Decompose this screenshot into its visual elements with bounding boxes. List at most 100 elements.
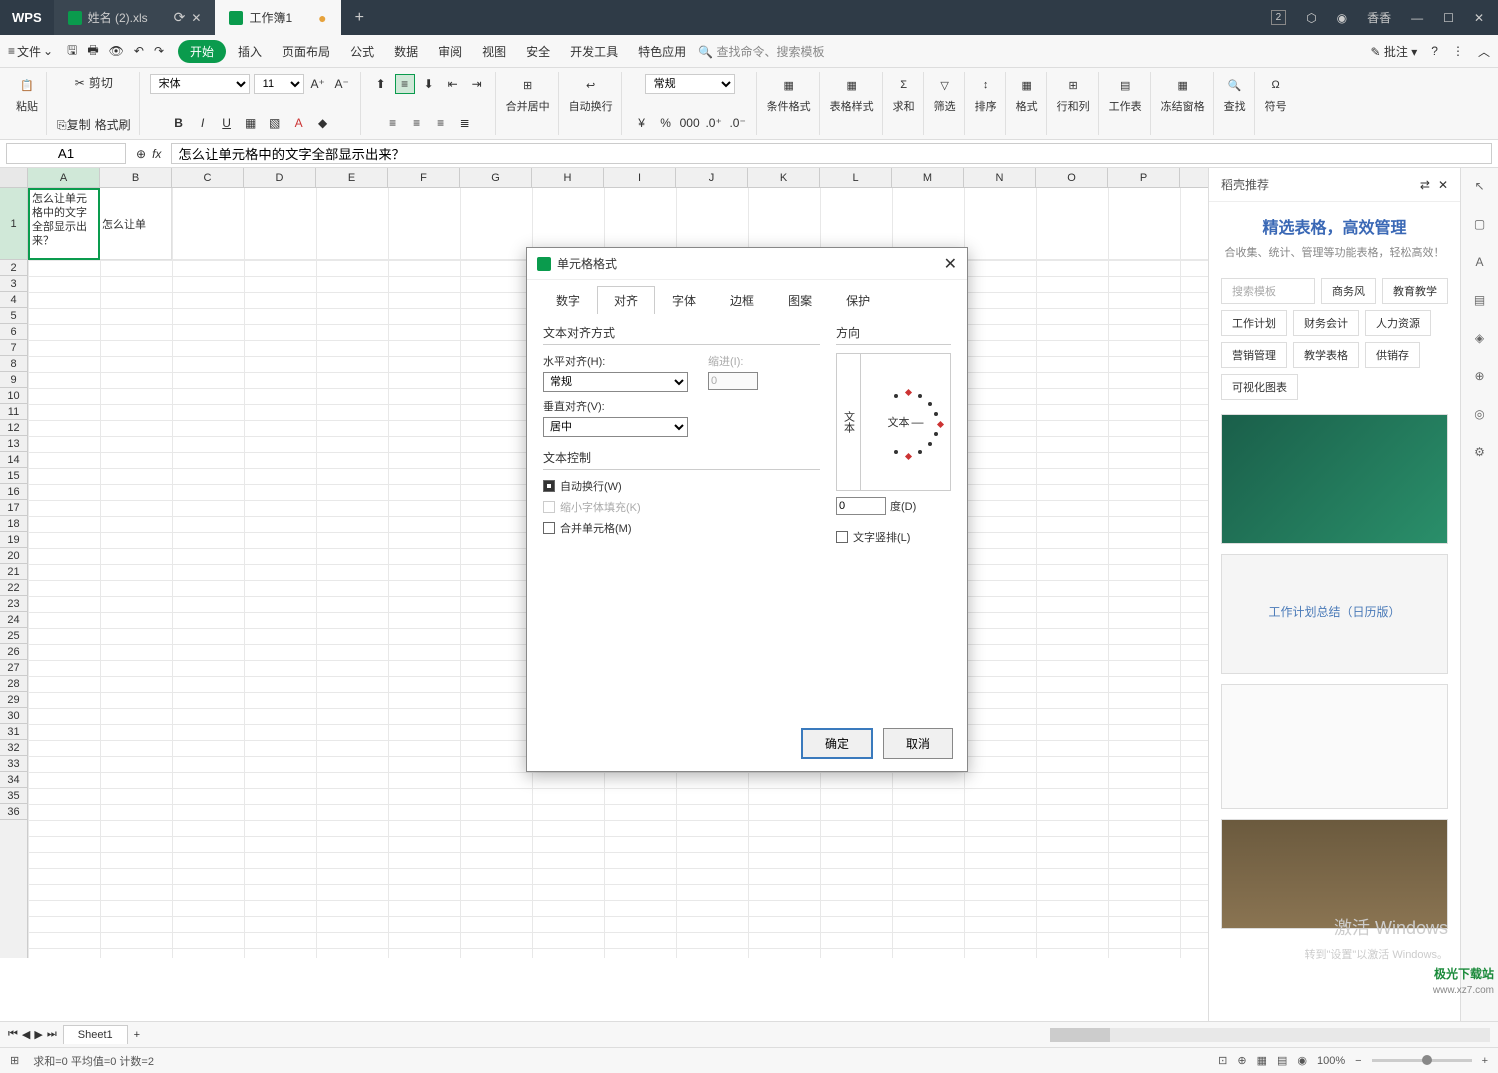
- border-button[interactable]: ▦: [241, 113, 261, 133]
- row-head-1[interactable]: 1: [0, 188, 27, 260]
- view-icon-4[interactable]: ▤: [1277, 1054, 1287, 1067]
- col-head-b[interactable]: B: [100, 168, 172, 187]
- maximize-button[interactable]: ☐: [1443, 11, 1454, 25]
- decimal-inc-icon[interactable]: .0⁺: [704, 113, 724, 133]
- copy-button[interactable]: ⎘复制: [57, 116, 91, 133]
- sheet-prev-icon[interactable]: ◀: [22, 1028, 30, 1041]
- vertical-text-checkbox[interactable]: 文字竖排(L): [836, 529, 951, 545]
- layout-icon[interactable]: ⊞: [10, 1054, 19, 1067]
- col-head-j[interactable]: J: [676, 168, 748, 187]
- row-head[interactable]: 24: [0, 612, 27, 628]
- justify-icon[interactable]: ≣: [455, 113, 475, 133]
- worksheet-button[interactable]: ▤工作表: [1109, 74, 1142, 114]
- tag-business[interactable]: 商务风: [1321, 278, 1376, 304]
- zoom-slider[interactable]: [1372, 1059, 1472, 1062]
- col-head-c[interactable]: C: [172, 168, 244, 187]
- col-head-l[interactable]: L: [820, 168, 892, 187]
- percent-icon[interactable]: %: [656, 113, 676, 133]
- row-head[interactable]: 27: [0, 660, 27, 676]
- template-card-2[interactable]: 工作计划总结（日历版）: [1221, 554, 1448, 674]
- tab-pattern[interactable]: 图案: [771, 286, 829, 314]
- menu-page-layout[interactable]: 页面布局: [274, 39, 338, 64]
- tag-teaching[interactable]: 教学表格: [1293, 342, 1359, 368]
- row-head[interactable]: 35: [0, 788, 27, 804]
- row-head[interactable]: 2: [0, 260, 27, 276]
- more-icon[interactable]: ⋮: [1452, 44, 1464, 58]
- menu-security[interactable]: 安全: [518, 39, 558, 64]
- merge-button[interactable]: ⊞合并居中: [506, 74, 550, 114]
- decimal-dec-icon[interactable]: .0⁻: [728, 113, 748, 133]
- orient-vertical-label[interactable]: 文本: [837, 354, 861, 490]
- row-head[interactable]: 32: [0, 740, 27, 756]
- row-col-button[interactable]: ⊞行和列: [1057, 74, 1090, 114]
- file-menu[interactable]: ≡ 文件 ⌄: [8, 43, 53, 60]
- sheet-next-icon[interactable]: ▶: [34, 1028, 42, 1041]
- row-head[interactable]: 25: [0, 628, 27, 644]
- sum-button[interactable]: Σ求和: [893, 74, 915, 114]
- panel-settings-icon[interactable]: ⇄: [1420, 178, 1430, 192]
- format-button[interactable]: ▦格式: [1016, 74, 1038, 114]
- row-head[interactable]: 26: [0, 644, 27, 660]
- merge-checkbox[interactable]: 合并单元格(M): [543, 520, 820, 536]
- name-box[interactable]: [6, 143, 126, 164]
- data-icon[interactable]: ▤: [1470, 290, 1490, 310]
- sheet-first-icon[interactable]: ⏮: [8, 1028, 18, 1041]
- attribute-icon[interactable]: A: [1470, 252, 1490, 272]
- row-head[interactable]: 7: [0, 340, 27, 356]
- row-head[interactable]: 8: [0, 356, 27, 372]
- decrease-font-icon[interactable]: A⁻: [332, 74, 352, 94]
- menu-formula[interactable]: 公式: [342, 39, 382, 64]
- row-head[interactable]: 11: [0, 404, 27, 420]
- row-head[interactable]: 21: [0, 564, 27, 580]
- row-head[interactable]: 31: [0, 724, 27, 740]
- redo-icon[interactable]: ↷: [154, 44, 164, 58]
- symbol-button[interactable]: Ω符号: [1265, 74, 1287, 114]
- italic-button[interactable]: I: [193, 113, 213, 133]
- cell-b1[interactable]: 怎么让单: [100, 188, 172, 260]
- row-head[interactable]: 4: [0, 292, 27, 308]
- row-head[interactable]: 3: [0, 276, 27, 292]
- view-icon-2[interactable]: ⊕: [1237, 1054, 1246, 1067]
- badge-icon[interactable]: 2: [1271, 10, 1287, 25]
- tag-finance[interactable]: 财务会计: [1293, 310, 1359, 336]
- font-color-button[interactable]: A: [289, 113, 309, 133]
- h-align-select[interactable]: 常规: [543, 372, 688, 392]
- row-head[interactable]: 5: [0, 308, 27, 324]
- row-head[interactable]: 17: [0, 500, 27, 516]
- tab-sync-icon[interactable]: ⟳: [174, 9, 186, 26]
- col-head-g[interactable]: G: [460, 168, 532, 187]
- col-head-n[interactable]: N: [964, 168, 1036, 187]
- zoom-out-button[interactable]: −: [1355, 1055, 1361, 1067]
- document-tab-2[interactable]: 工作簿1 ●: [215, 0, 340, 35]
- row-head[interactable]: 28: [0, 676, 27, 692]
- wrap-checkbox[interactable]: 自动换行(W): [543, 478, 820, 494]
- command-search[interactable]: 🔍 查找命令、搜索模板: [698, 43, 824, 60]
- cell-a1[interactable]: 怎么让单元格中的文字全部显示出来？: [28, 188, 100, 260]
- col-head-k[interactable]: K: [748, 168, 820, 187]
- menu-dev-tools[interactable]: 开发工具: [562, 39, 626, 64]
- select-icon[interactable]: ↖: [1470, 176, 1490, 196]
- degree-input[interactable]: [836, 497, 886, 515]
- undo-icon[interactable]: ↶: [134, 44, 144, 58]
- sort-button[interactable]: ↕排序: [975, 74, 997, 114]
- row-head[interactable]: 16: [0, 484, 27, 500]
- row-head[interactable]: 36: [0, 804, 27, 820]
- fill-color-button[interactable]: ▧: [265, 113, 285, 133]
- col-head-f[interactable]: F: [388, 168, 460, 187]
- template-card-1[interactable]: [1221, 414, 1448, 544]
- align-center-icon[interactable]: ≡: [407, 113, 427, 133]
- user-avatar[interactable]: ◉: [1337, 11, 1347, 25]
- menu-review[interactable]: 审阅: [430, 39, 470, 64]
- font-size-select[interactable]: 11: [254, 74, 304, 94]
- template-card-4[interactable]: [1221, 819, 1448, 929]
- col-head-o[interactable]: O: [1036, 168, 1108, 187]
- view-icon-3[interactable]: ▦: [1257, 1054, 1267, 1067]
- tab-border[interactable]: 边框: [713, 286, 771, 314]
- add-sheet-button[interactable]: +: [134, 1029, 140, 1041]
- row-head[interactable]: 18: [0, 516, 27, 532]
- cloud-icon[interactable]: ◎: [1470, 404, 1490, 424]
- highlight-button[interactable]: ◆: [313, 113, 333, 133]
- row-head[interactable]: 23: [0, 596, 27, 612]
- select-all-corner[interactable]: [0, 168, 28, 187]
- tab-protect[interactable]: 保护: [829, 286, 887, 314]
